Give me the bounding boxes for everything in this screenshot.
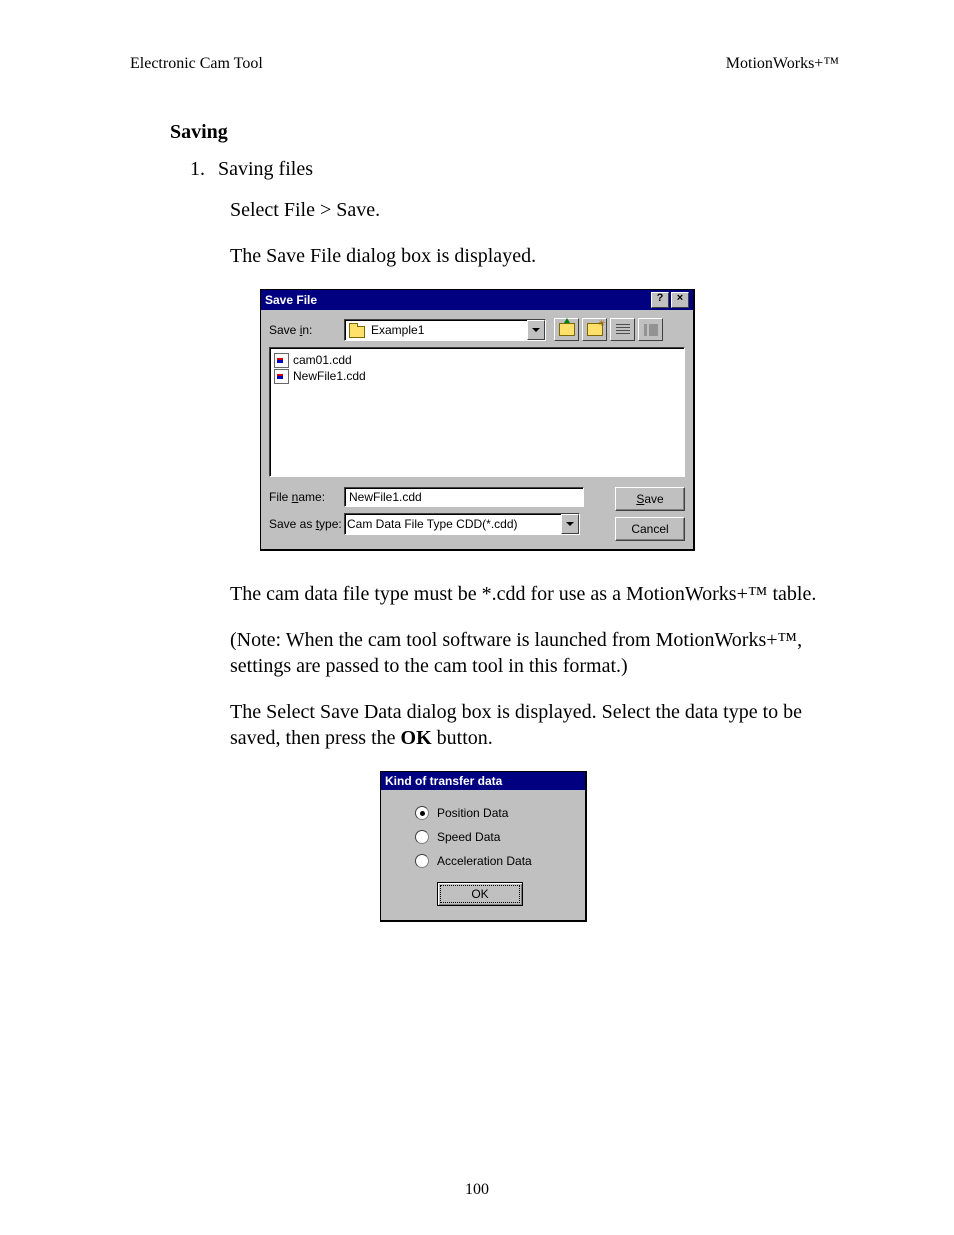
paragraph: The Save File dialog box is displayed. <box>230 243 839 269</box>
save-as-type-value: Cam Data File Type CDD(*.cdd) <box>345 517 561 531</box>
dialog-title: Kind of transfer data <box>385 774 502 788</box>
dropdown-icon[interactable] <box>527 320 545 340</box>
save-file-dialog: Save File ? × Save in: Example1 <box>260 289 695 551</box>
ok-button[interactable]: OK <box>437 882 523 906</box>
radio-label: Position Data <box>437 806 508 820</box>
up-one-level-button[interactable] <box>554 318 579 341</box>
list-item: 1.Saving files <box>190 158 839 181</box>
file-list[interactable]: cam01.cdd NewFile1.cdd <box>269 347 685 477</box>
radio-label: Speed Data <box>437 830 500 844</box>
dialog-titlebar: Kind of transfer data <box>381 772 585 790</box>
save-as-type-combo[interactable]: Cam Data File Type CDD(*.cdd) <box>344 513 580 535</box>
section-heading: Saving <box>170 121 839 144</box>
list-number: 1. <box>190 158 218 181</box>
radio-icon <box>415 806 429 820</box>
radio-option[interactable]: Position Data <box>415 806 565 820</box>
paragraph: (Note: When the cam tool software is lau… <box>230 627 839 679</box>
kind-of-transfer-dialog: Kind of transfer data Position Data Spee… <box>380 771 587 922</box>
new-folder-icon <box>587 323 603 336</box>
dialog-title: Save File <box>265 293 317 307</box>
list-icon <box>616 324 630 336</box>
close-button[interactable]: × <box>671 292 689 308</box>
radio-label: Acceleration Data <box>437 854 532 868</box>
radio-option[interactable]: Acceleration Data <box>415 854 565 868</box>
header-right: MotionWorks+™ <box>726 55 839 73</box>
file-name-label: File name: <box>269 490 344 504</box>
list-view-button[interactable] <box>610 318 635 341</box>
file-name: cam01.cdd <box>293 353 352 367</box>
file-item[interactable]: NewFile1.cdd <box>274 368 680 384</box>
paragraph: Select File > Save. <box>230 197 839 223</box>
dialog-titlebar: Save File ? × <box>261 290 693 310</box>
page-number: 100 <box>0 1181 954 1199</box>
save-in-label: Save in: <box>269 323 344 337</box>
document-icon <box>274 369 289 384</box>
file-name-value: NewFile1.cdd <box>349 490 422 504</box>
document-icon <box>274 353 289 368</box>
file-item[interactable]: cam01.cdd <box>274 352 680 368</box>
save-as-type-label: Save as type: <box>269 517 344 531</box>
folder-icon <box>349 323 365 336</box>
list-text: Saving files <box>218 158 313 180</box>
file-name-input[interactable]: NewFile1.cdd <box>344 487 584 507</box>
help-button[interactable]: ? <box>651 292 669 308</box>
details-view-button[interactable] <box>638 318 663 341</box>
paragraph: The Select Save Data dialog box is displ… <box>230 699 839 751</box>
dropdown-icon[interactable] <box>561 514 579 534</box>
radio-icon <box>415 854 429 868</box>
header-left: Electronic Cam Tool <box>130 55 263 73</box>
details-icon <box>644 324 658 336</box>
radio-icon <box>415 830 429 844</box>
file-name: NewFile1.cdd <box>293 369 366 383</box>
up-folder-icon <box>559 323 575 336</box>
new-folder-button[interactable] <box>582 318 607 341</box>
save-in-value: Example1 <box>369 323 527 337</box>
save-button[interactable]: Save <box>615 487 685 511</box>
save-in-combo[interactable]: Example1 <box>344 319 546 341</box>
paragraph: The cam data file type must be *.cdd for… <box>230 581 839 607</box>
cancel-button[interactable]: Cancel <box>615 517 685 541</box>
radio-option[interactable]: Speed Data <box>415 830 565 844</box>
